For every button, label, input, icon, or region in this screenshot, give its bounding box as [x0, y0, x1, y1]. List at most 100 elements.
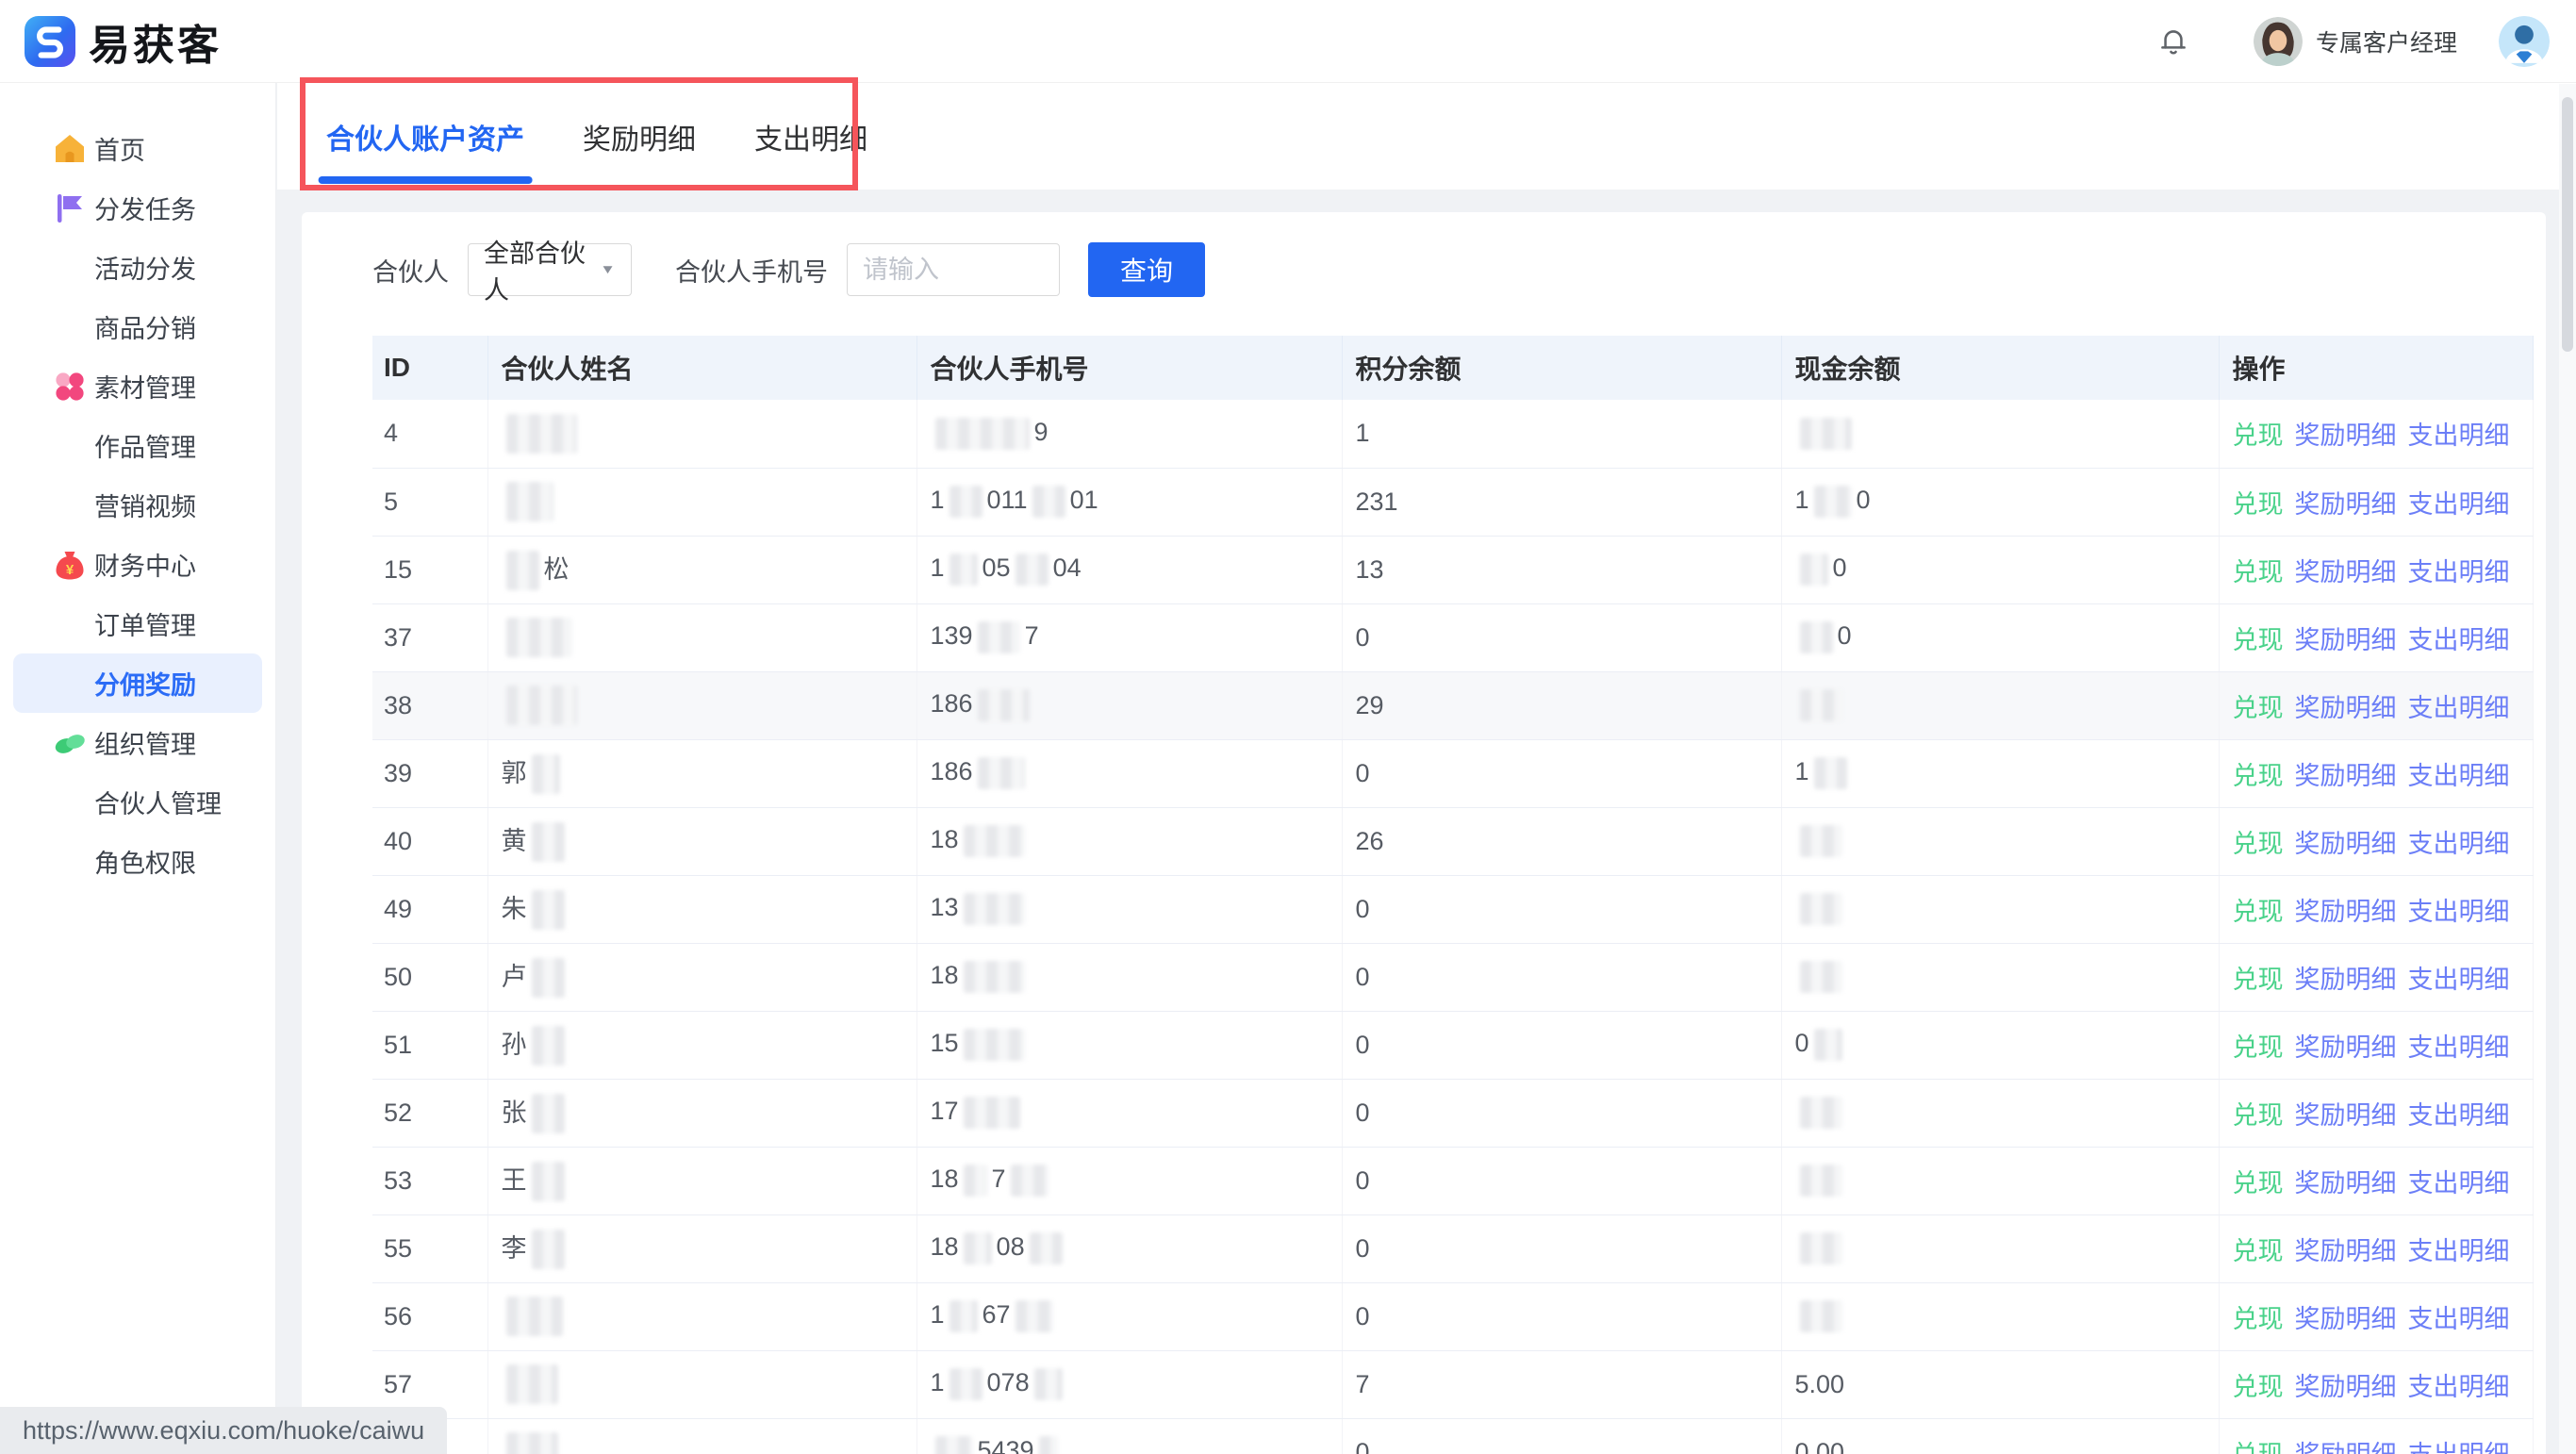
cash-out-link[interactable]: 兑现 — [2233, 1441, 2284, 1454]
expense-detail-link[interactable]: 支出明细 — [2408, 1101, 2510, 1130]
sidebar-item-role-perms[interactable]: 角色权限 — [0, 832, 275, 891]
cash-out-link[interactable]: 兑现 — [2233, 898, 2284, 926]
tab-expense[interactable]: 支出明细 — [754, 83, 867, 190]
reward-detail-link[interactable]: 奖励明细 — [2295, 626, 2397, 654]
reward-detail-link[interactable]: 奖励明细 — [2295, 898, 2397, 926]
expense-detail-link[interactable]: 支出明细 — [2408, 1033, 2510, 1062]
expense-detail-link[interactable]: 支出明细 — [2408, 1237, 2510, 1265]
reward-detail-link[interactable]: 奖励明细 — [2295, 966, 2397, 994]
cell-text: 18 — [931, 1232, 959, 1261]
sidebar-item-marketing-video[interactable]: 营销视频 — [0, 475, 275, 535]
tab-assets[interactable]: 合伙人账户资产 — [326, 83, 524, 190]
partner-select[interactable]: 全部合伙人 ▼ — [468, 243, 632, 296]
brand-logo[interactable]: 易获客 — [25, 11, 222, 72]
cash-out-link[interactable]: 兑现 — [2233, 421, 2284, 450]
sidebar-item-works-mgmt[interactable]: 作品管理 — [0, 416, 275, 475]
cell-partner-phone: 18 — [916, 943, 1342, 1011]
sidebar-item-label: 首页 — [94, 130, 145, 167]
reward-detail-link[interactable]: 奖励明细 — [2295, 1305, 2397, 1333]
expense-detail-link[interactable]: 支出明细 — [2408, 1169, 2510, 1198]
reward-detail-link[interactable]: 奖励明细 — [2295, 1033, 2397, 1062]
logo-s-icon — [25, 16, 75, 67]
tab-reward[interactable]: 奖励明细 — [583, 83, 696, 190]
sidebar-item-home[interactable]: 首页 — [0, 119, 275, 178]
sidebar-item-finance-center[interactable]: ¥财务中心 — [0, 535, 275, 594]
expense-detail-link[interactable]: 支出明细 — [2408, 830, 2510, 858]
reward-detail-link[interactable]: 奖励明细 — [2295, 490, 2397, 519]
cash-out-link[interactable]: 兑现 — [2233, 830, 2284, 858]
expense-detail-link[interactable]: 支出明细 — [2408, 1373, 2510, 1401]
reward-detail-link[interactable]: 奖励明细 — [2295, 762, 2397, 790]
cash-out-link[interactable]: 兑现 — [2233, 694, 2284, 722]
manager-photo-avatar[interactable] — [2254, 17, 2303, 66]
cell-cash-balance: 5.00 — [1781, 1350, 2219, 1418]
sidebar-item-activity-dist[interactable]: 活动分发 — [0, 238, 275, 297]
reward-detail-link[interactable]: 奖励明细 — [2295, 1237, 2397, 1265]
cash-out-link[interactable]: 兑现 — [2233, 1033, 2284, 1062]
cash-out-link[interactable]: 兑现 — [2233, 1169, 2284, 1198]
reward-detail-link[interactable]: 奖励明细 — [2295, 421, 2397, 450]
sidebar-item-material-mgmt[interactable]: 素材管理 — [0, 356, 275, 416]
search-button[interactable]: 查询 — [1088, 242, 1205, 297]
sidebar-item-label: 素材管理 — [94, 368, 196, 405]
sidebar-item-commission[interactable]: 分佣奖励 — [13, 653, 262, 713]
expense-detail-link[interactable]: 支出明细 — [2408, 694, 2510, 722]
cell-text: 139 — [931, 621, 973, 650]
sidebar-item-partner-mgmt[interactable]: 合伙人管理 — [0, 772, 275, 832]
cell-points-balance: 0 — [1342, 603, 1781, 671]
expense-detail-link[interactable]: 支出明细 — [2408, 626, 2510, 654]
cell-partner-name — [487, 1350, 916, 1418]
cash-out-link[interactable]: 兑现 — [2233, 1101, 2284, 1130]
cell-actions: 兑现奖励明细支出明细 — [2219, 1011, 2533, 1079]
expense-detail-link[interactable]: 支出明细 — [2408, 558, 2510, 587]
sidebar-item-label: 营销视频 — [94, 487, 196, 523]
phone-input[interactable] — [847, 243, 1060, 296]
expense-detail-link[interactable]: 支出明细 — [2408, 1441, 2510, 1454]
notification-bell-icon[interactable] — [2155, 24, 2191, 59]
cell-text: 0 — [1857, 486, 1871, 514]
cash-out-link[interactable]: 兑现 — [2233, 966, 2284, 994]
expense-detail-link[interactable]: 支出明细 — [2408, 1305, 2510, 1333]
content-card: 合伙人 全部合伙人 ▼ 合伙人手机号 查询 ID合伙人姓名合伙人手机号积分余额现… — [302, 212, 2546, 1454]
expense-detail-link[interactable]: 支出明细 — [2408, 762, 2510, 790]
cell-text: 13 — [931, 893, 959, 921]
reward-detail-link[interactable]: 奖励明细 — [2295, 830, 2397, 858]
sidebar-item-order-mgmt[interactable]: 订单管理 — [0, 594, 275, 653]
cash-out-link[interactable]: 兑现 — [2233, 558, 2284, 587]
expense-detail-link[interactable]: 支出明细 — [2408, 490, 2510, 519]
reward-detail-link[interactable]: 奖励明细 — [2295, 694, 2397, 722]
expense-detail-link[interactable]: 支出明细 — [2408, 421, 2510, 450]
sidebar-item-org-mgmt[interactable]: 组织管理 — [0, 713, 275, 772]
cell-id: 53 — [372, 1147, 487, 1214]
filter-bar: 合伙人 全部合伙人 ▼ 合伙人手机号 查询 — [372, 243, 2533, 296]
cash-out-link[interactable]: 兑现 — [2233, 1237, 2284, 1265]
redacted-blur — [978, 757, 1025, 789]
cell-points-balance: 0 — [1342, 1418, 1781, 1454]
table-row: 57107875.00兑现奖励明细支出明细 — [372, 1350, 2533, 1418]
cash-out-link[interactable]: 兑现 — [2233, 762, 2284, 790]
cell-points-balance: 0 — [1342, 1011, 1781, 1079]
cell-id: 4 — [372, 400, 487, 468]
reward-detail-link[interactable]: 奖励明细 — [2295, 1441, 2397, 1454]
scrollbar-thumb[interactable] — [2562, 97, 2573, 352]
cash-out-link[interactable]: 兑现 — [2233, 490, 2284, 519]
scrollbar-track[interactable] — [2559, 84, 2576, 1454]
sidebar-item-goods-dist[interactable]: 商品分销 — [0, 297, 275, 356]
partner-label: 合伙人 — [372, 252, 449, 289]
reward-detail-link[interactable]: 奖励明细 — [2295, 1373, 2397, 1401]
redacted-blur — [1800, 418, 1852, 450]
sidebar-item-dist-task[interactable]: 分发任务 — [0, 178, 275, 238]
expense-detail-link[interactable]: 支出明细 — [2408, 898, 2510, 926]
cash-out-link[interactable]: 兑现 — [2233, 1373, 2284, 1401]
reward-detail-link[interactable]: 奖励明细 — [2295, 1101, 2397, 1130]
redacted-blur — [949, 1300, 978, 1332]
cash-out-link[interactable]: 兑现 — [2233, 626, 2284, 654]
reward-detail-link[interactable]: 奖励明细 — [2295, 558, 2397, 587]
cash-out-link[interactable]: 兑现 — [2233, 1305, 2284, 1333]
cell-partner-phone: 1808 — [916, 1214, 1342, 1282]
cell-partner-phone: 1397 — [916, 603, 1342, 671]
redacted-blur — [1800, 825, 1842, 857]
user-person-avatar[interactable] — [2499, 16, 2550, 67]
reward-detail-link[interactable]: 奖励明细 — [2295, 1169, 2397, 1198]
expense-detail-link[interactable]: 支出明细 — [2408, 966, 2510, 994]
